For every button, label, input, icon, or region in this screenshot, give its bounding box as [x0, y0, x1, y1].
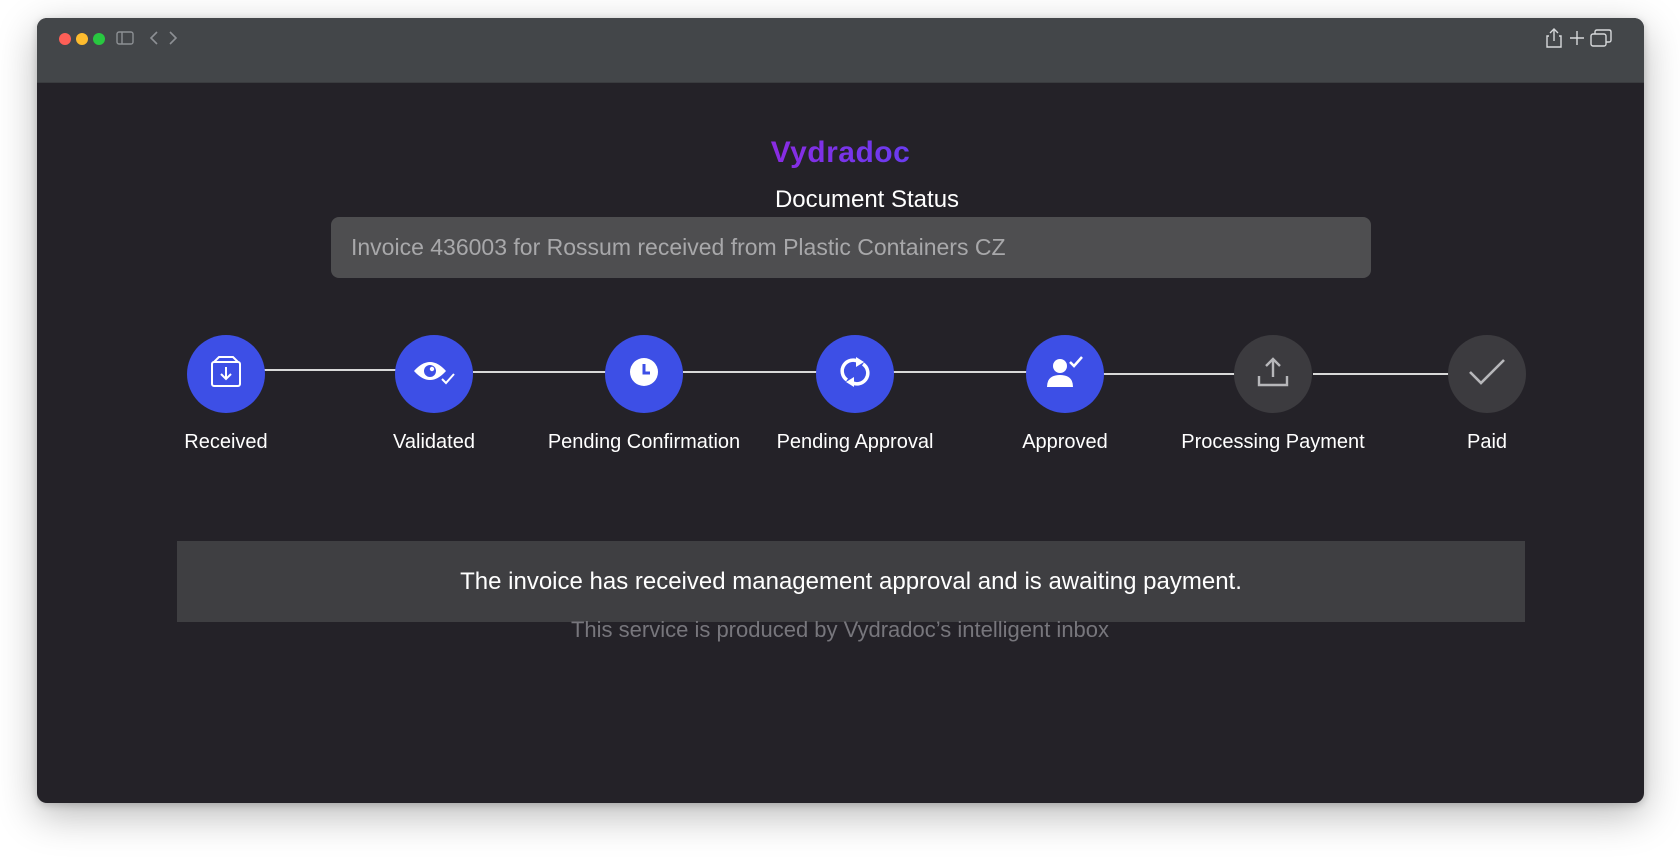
browser-toolbar [37, 18, 1644, 83]
brand-logo: Vydradoc [770, 136, 911, 169]
step-label: Paid [1466, 431, 1508, 453]
eye-check-icon [412, 357, 456, 392]
tab-overview-icon[interactable] [1590, 26, 1612, 50]
step-circle [187, 335, 265, 413]
footer-note: This service is produced by Vydradoc’s i… [570, 617, 1110, 642]
clock-icon [629, 357, 659, 392]
step-label: Pending Confirmation [547, 431, 741, 453]
upload-icon [1257, 356, 1289, 392]
step-label: Approved [1022, 431, 1108, 453]
step-label: Pending Approval [776, 431, 934, 453]
step-pending-approval[interactable]: Pending Approval [755, 335, 955, 454]
step-label: Validated [393, 431, 475, 453]
step-label: Received [184, 431, 268, 453]
maximize-window-button[interactable] [93, 33, 105, 45]
back-icon[interactable] [149, 26, 159, 50]
step-approved[interactable]: Approved [965, 335, 1165, 454]
step-validated[interactable]: Validated [334, 335, 534, 454]
step-circle [1448, 335, 1526, 413]
close-window-button[interactable] [59, 33, 71, 45]
step-paid[interactable]: Paid [1387, 335, 1587, 454]
browser-window: Vydradoc Document Status Received Valida… [37, 18, 1644, 803]
minimize-window-button[interactable] [76, 33, 88, 45]
page-content: Vydradoc Document Status Received Valida… [37, 82, 1644, 803]
checkmark-icon [1468, 358, 1506, 391]
refresh-icon [839, 356, 871, 393]
step-circle [605, 335, 683, 413]
step-processing-payment[interactable]: Processing Payment [1173, 335, 1373, 454]
new-tab-icon[interactable] [1569, 26, 1585, 50]
status-message: The invoice has received management appr… [177, 541, 1525, 622]
share-icon[interactable] [1546, 26, 1562, 50]
document-field[interactable] [331, 217, 1371, 278]
step-circle [816, 335, 894, 413]
inbox-download-icon [209, 355, 243, 393]
step-circle [395, 335, 473, 413]
step-circle [1234, 335, 1312, 413]
step-pending-confirmation[interactable]: Pending Confirmation [544, 335, 744, 454]
step-received[interactable]: Received [126, 335, 326, 454]
sidebar-toggle-icon[interactable] [116, 26, 134, 50]
step-circle [1026, 335, 1104, 413]
user-check-icon [1046, 355, 1084, 393]
forward-icon[interactable] [168, 26, 178, 50]
step-label: Processing Payment [1181, 431, 1365, 453]
page-title: Document Status [774, 186, 960, 213]
